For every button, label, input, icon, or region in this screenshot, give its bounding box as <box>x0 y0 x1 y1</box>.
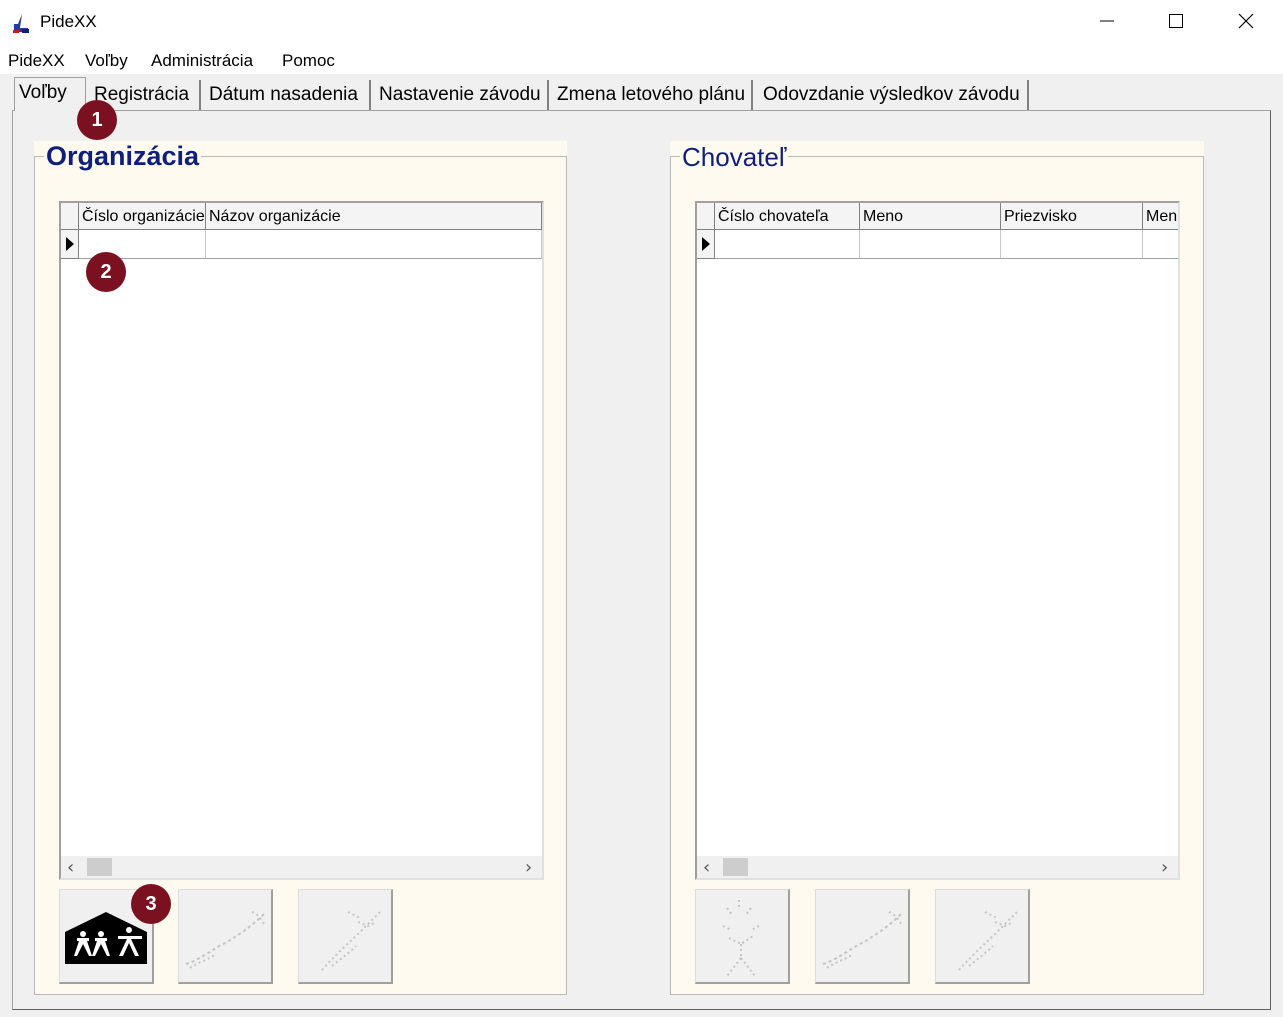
menu-bar: PideXX Voľby Administrácia Pomoc <box>0 46 1283 74</box>
close-icon <box>1238 13 1254 34</box>
column-header-meno[interactable]: Meno <box>860 203 1001 230</box>
scroll-left-icon[interactable]: ‹ <box>67 857 74 878</box>
grid-corner <box>697 203 715 230</box>
pigeon-button-disabled[interactable] <box>178 889 273 984</box>
person-icon <box>699 896 785 985</box>
tab-volby[interactable]: Voľby <box>14 77 86 111</box>
horizontal-scrollbar[interactable]: ‹ › <box>697 856 1178 878</box>
annotation-badge-3: 3 <box>131 884 171 924</box>
table-cell[interactable] <box>1001 230 1143 259</box>
bird-flight-icon <box>302 900 388 981</box>
pigeon-icon <box>182 904 268 979</box>
column-header-cislo-organizacie[interactable]: Číslo organizácie <box>79 203 206 230</box>
tab-datum-nasadenia[interactable]: Dátum nasadenia <box>205 80 371 110</box>
chovatel-grid[interactable]: Číslo chovateľa Meno Priezvisko Men ‹ › <box>695 201 1180 880</box>
menu-administracia[interactable]: Administrácia <box>151 51 253 71</box>
column-header-men[interactable]: Men <box>1143 203 1178 230</box>
scroll-right-icon[interactable]: › <box>525 857 532 878</box>
tab-zmena-letoveho-planu[interactable]: Zmena letového plánu <box>553 80 753 110</box>
maximize-icon <box>1168 13 1184 34</box>
row-selector-icon[interactable] <box>61 230 79 259</box>
organizacia-grid[interactable]: Číslo organizácie Názov organizácie ‹ › <box>59 201 544 880</box>
menu-volby[interactable]: Voľby <box>85 51 128 71</box>
title-bar: PideXX <box>0 0 1283 46</box>
app-icon <box>10 12 32 34</box>
table-cell[interactable] <box>715 230 860 259</box>
pigeon-button-disabled[interactable] <box>815 889 910 984</box>
window-title: PideXX <box>40 12 97 31</box>
scroll-right-icon[interactable]: › <box>1161 857 1168 878</box>
menu-pomoc[interactable]: Pomoc <box>282 51 335 71</box>
maximize-button[interactable] <box>1141 0 1211 46</box>
table-cell[interactable] <box>206 230 542 259</box>
chovatel-panel: Chovateľ Číslo chovateľa Meno Priezvisko… <box>670 141 1204 995</box>
tab-odovzdanie-vysledkov[interactable]: Odovzdanie výsledkov závodu <box>759 80 1029 110</box>
pigeon-icon <box>819 904 905 979</box>
table-cell[interactable] <box>1143 230 1178 259</box>
column-header-cislo-chovatela[interactable]: Číslo chovateľa <box>715 203 860 230</box>
add-organization-icon <box>63 910 149 971</box>
scroll-thumb[interactable] <box>87 858 112 876</box>
close-button[interactable] <box>1211 0 1281 46</box>
chovatel-title: Chovateľ <box>680 142 789 173</box>
bird-flight-icon <box>939 900 1025 981</box>
minimize-button[interactable] <box>1072 0 1142 46</box>
tab-nastavenie-zavodu[interactable]: Nastavenie závodu <box>375 80 549 110</box>
row-selector-icon[interactable] <box>697 230 715 259</box>
bird-flight-button-disabled[interactable] <box>935 889 1030 984</box>
grid-corner <box>61 203 79 230</box>
menu-pidexx[interactable]: PideXX <box>8 51 65 71</box>
bird-flight-button-disabled[interactable] <box>298 889 393 984</box>
scroll-left-icon[interactable]: ‹ <box>703 857 710 878</box>
annotation-badge-2: 2 <box>86 252 126 292</box>
table-cell[interactable] <box>860 230 1001 259</box>
minimize-icon <box>1099 13 1115 34</box>
column-header-nazov-organizacie[interactable]: Názov organizácie <box>206 203 542 230</box>
organizacia-title: Organizácia <box>44 141 202 172</box>
column-header-priezvisko[interactable]: Priezvisko <box>1001 203 1143 230</box>
person-button-disabled[interactable] <box>695 889 790 984</box>
horizontal-scrollbar[interactable]: ‹ › <box>61 856 542 878</box>
scroll-thumb[interactable] <box>723 858 748 876</box>
annotation-badge-1: 1 <box>77 100 117 140</box>
